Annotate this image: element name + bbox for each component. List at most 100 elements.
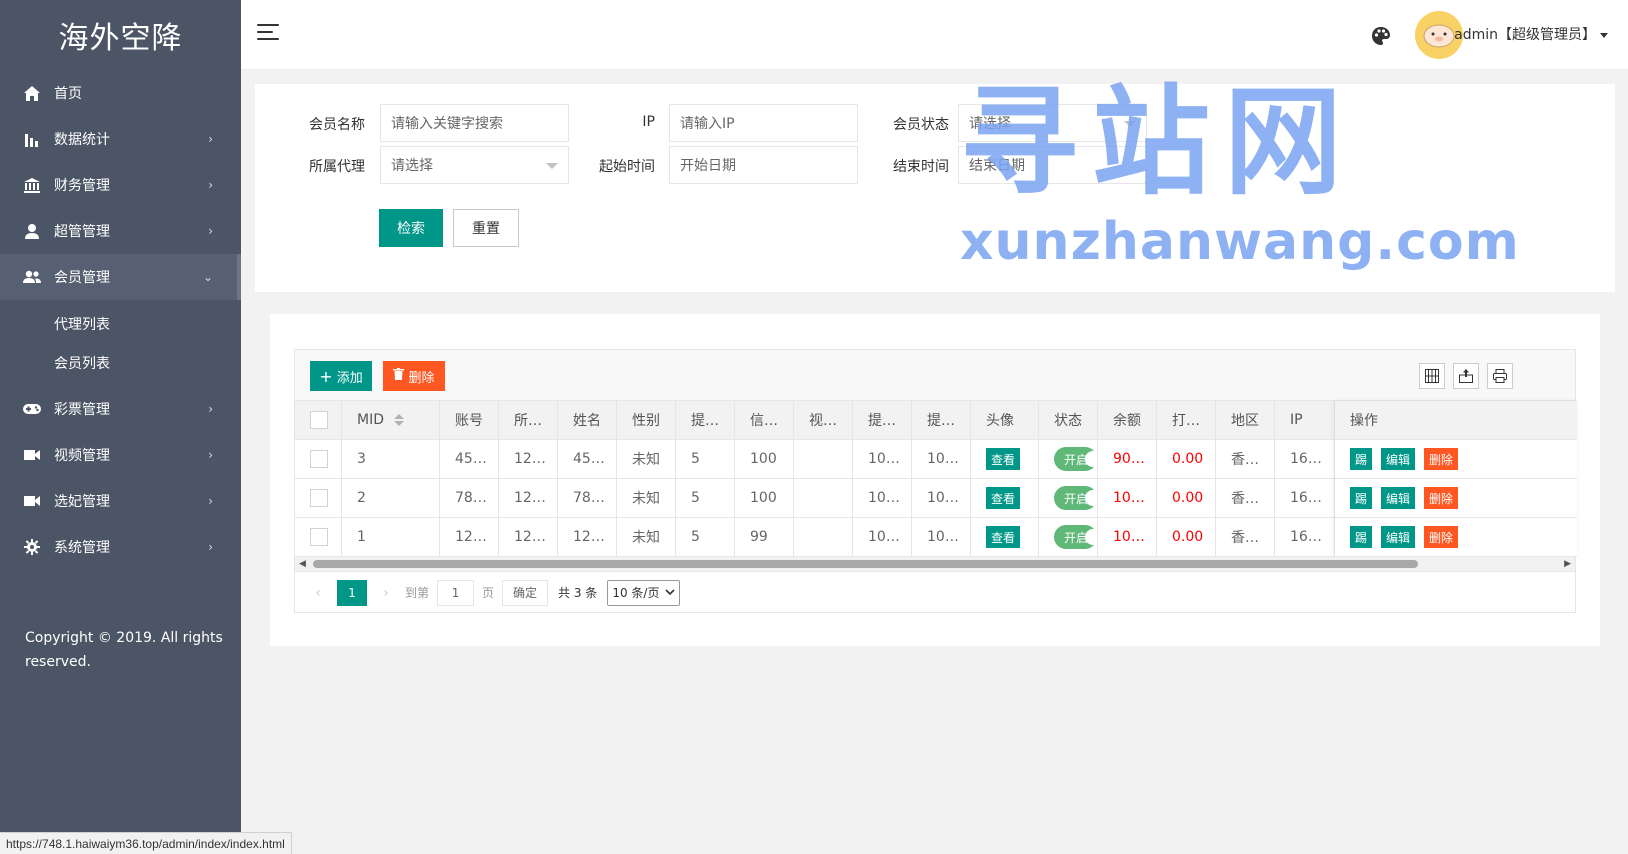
actions-row: 踢 编辑 删除 xyxy=(1335,440,1577,479)
col-name: 姓名 xyxy=(558,401,617,439)
goto-confirm-button[interactable]: 确定 xyxy=(502,579,549,606)
start-date-input[interactable]: 开始日期 xyxy=(669,146,858,184)
cell-region: 香… xyxy=(1216,518,1275,556)
col-withdraw: 提… xyxy=(676,401,735,439)
print-icon[interactable] xyxy=(1487,363,1513,389)
sidebar-item-home[interactable]: 首页 xyxy=(0,70,241,116)
chevron-right-icon: › xyxy=(208,494,213,508)
select-all-checkbox[interactable] xyxy=(310,411,328,429)
row-checkbox[interactable] xyxy=(310,489,328,507)
cell-withdraw-2: 10… xyxy=(853,479,912,517)
actions-row: 踢 编辑 删除 xyxy=(1335,518,1577,557)
scrollbar-thumb[interactable] xyxy=(313,560,1418,568)
sidebar-item-label: 彩票管理 xyxy=(54,402,110,418)
actions-cell: 踢 编辑 删除 xyxy=(1335,518,1577,556)
view-avatar-button[interactable]: 查看 xyxy=(986,526,1021,548)
scroll-right-icon[interactable]: ▶ xyxy=(1564,559,1571,569)
caret-down-icon xyxy=(1600,32,1608,38)
edit-button[interactable]: 编辑 xyxy=(1381,448,1416,470)
sidebar-item-system[interactable]: 系统管理 › xyxy=(0,524,241,570)
app-logo[interactable]: 海外空降 xyxy=(0,0,241,70)
row-checkbox[interactable] xyxy=(310,528,328,546)
kick-button[interactable]: 踢 xyxy=(1350,487,1373,509)
search-form: 会员名称 请输入关键字搜索 IP 请输入IP 会员状态 请选择 所属代理 请选择… xyxy=(255,84,1615,292)
status-toggle[interactable]: 开启 xyxy=(1054,486,1097,510)
table-toolbar: + 添加 删除 xyxy=(295,350,1575,401)
palette-icon[interactable] xyxy=(1371,26,1391,46)
kick-button[interactable]: 踢 xyxy=(1350,526,1373,548)
user-menu[interactable]: admin【超级管理员】 xyxy=(1454,24,1608,44)
member-name-input[interactable]: 请输入关键字搜索 xyxy=(380,104,569,142)
sidebar-item-lottery[interactable]: 彩票管理 › xyxy=(0,386,241,432)
add-button[interactable]: + 添加 xyxy=(310,361,372,391)
page-size-select[interactable]: 10 条/页 xyxy=(607,579,681,606)
view-avatar-button[interactable]: 查看 xyxy=(986,487,1021,509)
kick-button[interactable]: 踢 xyxy=(1350,448,1373,470)
page-size-value: 10 条/页 xyxy=(612,586,660,600)
chevron-right-icon: › xyxy=(208,178,213,192)
view-avatar-button[interactable]: 查看 xyxy=(986,448,1021,470)
cell-withdraw-3: 10… xyxy=(912,479,971,517)
end-time-label: 结束时间 xyxy=(893,159,949,175)
batch-delete-button[interactable]: 删除 xyxy=(383,361,445,391)
sidebar-subitem-member-list[interactable]: 会员列表 xyxy=(0,343,241,382)
horizontal-scrollbar[interactable]: ◀ ▶ xyxy=(295,557,1575,571)
col-mid[interactable]: MID xyxy=(342,401,440,439)
col-account: 账号 xyxy=(440,401,499,439)
chevron-right-icon: › xyxy=(208,132,213,146)
cell-account: 78… xyxy=(440,479,499,517)
cell-agent: 12… xyxy=(499,479,558,517)
agent-select[interactable]: 请选择 xyxy=(380,146,569,184)
delete-button-label: 删除 xyxy=(408,370,435,386)
sidebar-item-members[interactable]: 会员管理 ⌄ xyxy=(0,254,241,300)
status-toggle[interactable]: 开启 xyxy=(1054,525,1097,549)
delete-button[interactable]: 删除 xyxy=(1424,526,1459,548)
end-date-input[interactable]: 结束日期 xyxy=(958,146,1147,184)
edit-button[interactable]: 编辑 xyxy=(1381,487,1416,509)
status-toggle[interactable]: 开启 xyxy=(1054,447,1097,471)
col-gender: 性别 xyxy=(617,401,676,439)
columns-filter-icon[interactable] xyxy=(1419,363,1445,389)
ip-input[interactable]: 请输入IP xyxy=(669,104,858,142)
sidebar-item-admin[interactable]: 超管管理 › xyxy=(0,208,241,254)
sort-icon[interactable] xyxy=(394,414,404,426)
actions-cell: 踢 编辑 删除 xyxy=(1335,440,1577,478)
sidebar-item-video[interactable]: 视频管理 › xyxy=(0,432,241,478)
sidebar-item-concubine[interactable]: 选妃管理 › xyxy=(0,478,241,524)
prev-page-icon[interactable]: ‹ xyxy=(307,585,329,601)
scroll-left-icon[interactable]: ◀ xyxy=(299,559,306,569)
cell-gender: 未知 xyxy=(617,479,676,517)
goto-page-input[interactable]: 1 xyxy=(437,579,475,606)
member-table-card: + 添加 删除 MID 账号 所… 姓名 性别 提… 信… 视… 提… 提… 头… xyxy=(270,314,1600,646)
row-checkbox[interactable] xyxy=(310,450,328,468)
cell-withdraw-2: 10… xyxy=(853,440,912,478)
agent-label: 所属代理 xyxy=(309,159,365,175)
cell-name: 12… xyxy=(558,518,617,556)
reset-button[interactable]: 重置 xyxy=(453,209,519,247)
cell-avatar: 查看 xyxy=(971,440,1039,478)
sidebar-item-stats[interactable]: 数据统计 › xyxy=(0,116,241,162)
actions-cell: 踢 编辑 删除 xyxy=(1335,479,1577,517)
next-page-icon[interactable]: › xyxy=(375,585,397,601)
sidebar-item-label: 财务管理 xyxy=(54,178,110,194)
export-icon[interactable] xyxy=(1453,363,1479,389)
dropdown-arrow-icon xyxy=(546,163,558,169)
col-region: 地区 xyxy=(1216,401,1275,439)
sidebar-item-finance[interactable]: 财务管理 › xyxy=(0,162,241,208)
edit-button[interactable]: 编辑 xyxy=(1381,526,1416,548)
video-icon xyxy=(22,495,42,507)
search-button[interactable]: 检索 xyxy=(379,209,443,247)
delete-button[interactable]: 删除 xyxy=(1424,448,1459,470)
delete-button[interactable]: 删除 xyxy=(1424,487,1459,509)
cell-gender: 未知 xyxy=(617,440,676,478)
cell-status: 开启 xyxy=(1039,518,1098,556)
browser-status-url: https://748.1.haiwaiym36.top/admin/index… xyxy=(0,832,292,854)
cell-account: 12… xyxy=(440,518,499,556)
status-select[interactable]: 请选择 xyxy=(958,104,1147,142)
row-select-cell xyxy=(295,440,342,478)
page-current[interactable]: 1 xyxy=(337,579,367,606)
cell-withdraw-3: 10… xyxy=(912,440,971,478)
sidebar-subitem-agent-list[interactable]: 代理列表 xyxy=(0,304,241,343)
menu-toggle-icon[interactable] xyxy=(257,24,279,42)
plus-icon: + xyxy=(319,366,333,386)
